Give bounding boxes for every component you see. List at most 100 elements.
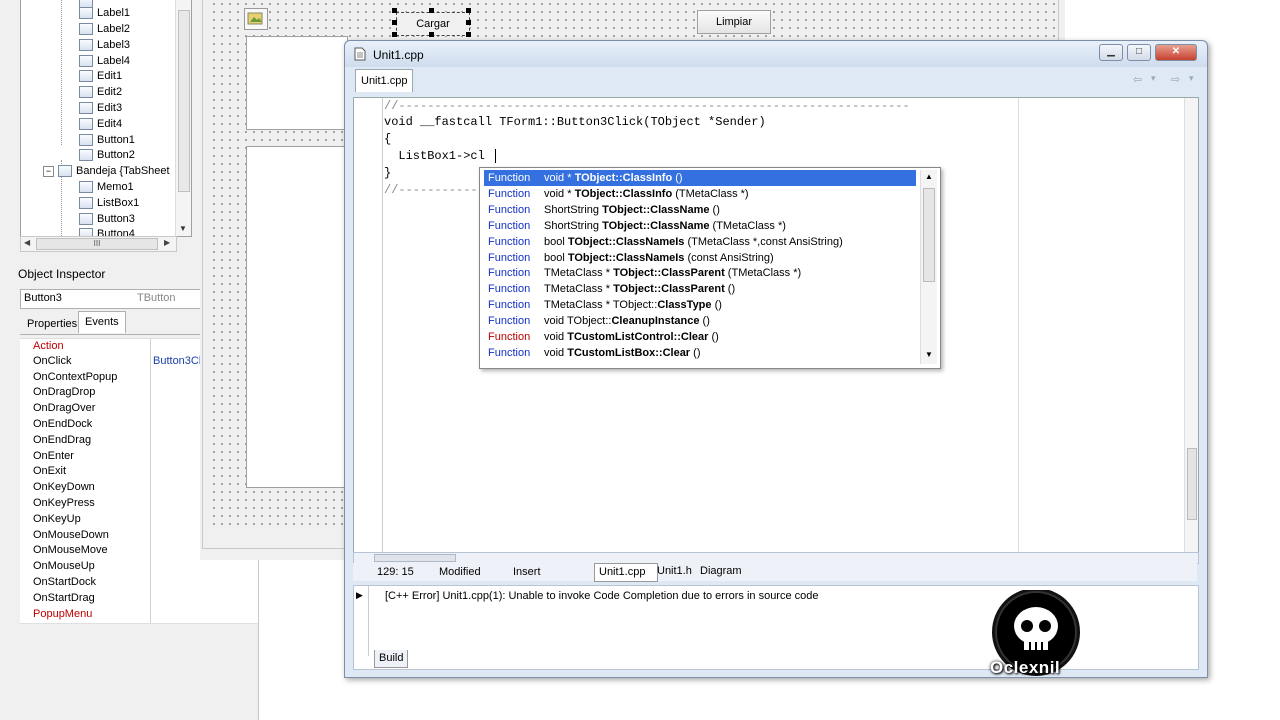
selection-handle[interactable] [466,32,471,37]
tree-vscrollbar[interactable]: ▼ [175,0,191,236]
completion-scrollbar[interactable]: ▲ ▼ [920,170,937,364]
tree-node-label: Button1 [97,134,135,146]
tab-build[interactable]: Build [374,650,409,668]
event-value[interactable]: Button3Cli [153,355,204,367]
event-row[interactable]: OnStartDrag [20,590,258,608]
completion-kind: Function [488,251,531,264]
tree-node-button4[interactable]: Button4 [79,226,135,236]
selection-handle[interactable] [429,8,434,13]
tree-node-label1[interactable]: Label1 [79,5,130,21]
completion-kind: Function [488,172,531,184]
completion-return-type: TMetaClass * [544,283,614,296]
scroll-down-arrow-icon[interactable]: ▼ [925,350,933,359]
tree-node-bandeja[interactable]: − Bandeja {TabSheet [43,163,170,179]
dropdown-arrow-icon[interactable]: ▾ [1189,73,1194,84]
memo1[interactable] [246,36,348,130]
text-cursor [495,149,496,163]
tab-unit1-cpp[interactable]: Unit1.cpp [355,69,414,92]
editor-titlebar[interactable]: Unit1.cpp ▁ □ ✕ [345,41,1207,67]
completion-item[interactable]: Function ShortString TObject::ClassName (… [484,218,916,234]
tree-node-label: Button4 [97,228,135,236]
minimize-button[interactable]: ▁ [1099,44,1123,61]
limpiar-button[interactable]: Limpiar [697,10,771,34]
selection-handle[interactable] [392,20,397,25]
right-margin-line [1018,98,1019,553]
component-icon [79,149,93,162]
selection-handle[interactable] [466,8,471,13]
listbox1[interactable] [246,146,348,488]
selection-handle[interactable] [466,20,471,25]
event-name: OnEnter [33,449,74,462]
scroll-thumb[interactable] [374,554,456,562]
dropdown-arrow-icon[interactable]: ▾ [1151,73,1156,84]
completion-item[interactable]: Function bool TObject::ClassNameIs (const… [484,250,916,266]
maximize-button[interactable]: □ [1127,44,1151,61]
component-selector[interactable]: Button3 TButton [20,289,202,309]
event-row[interactable]: PopupMenu [20,606,258,624]
tree-node-edit2[interactable]: Edit2 [79,84,122,100]
component-icon [79,102,93,115]
scroll-down-arrow-icon[interactable]: ▼ [179,224,187,233]
event-name: PopupMenu [33,607,93,620]
completion-item[interactable]: Function TMetaClass * TObject::ClassType … [484,297,916,313]
tab-properties[interactable]: Properties [24,316,80,333]
close-button[interactable]: ✕ [1155,44,1197,61]
completion-item[interactable]: Function void TCustomListBox::Clear () [484,345,916,361]
completion-params: () [709,203,720,216]
completion-item[interactable]: Function TMetaClass * TObject::ClassParen… [484,265,916,281]
tree-node-label3[interactable]: Label3 [79,37,130,53]
expand-arrow-icon[interactable]: ▶ [356,590,363,601]
scroll-up-arrow-icon[interactable]: ▲ [925,172,933,181]
completion-params: () [699,315,710,328]
completion-item[interactable]: Function void * TObject::ClassInfo (TMeta… [484,186,916,202]
collapse-icon[interactable]: − [43,165,54,177]
component-icon [79,213,93,226]
tree-node-button1[interactable]: Button1 [79,132,135,148]
tree-node-button3[interactable]: Button3 [79,211,135,227]
scroll-thumb[interactable] [1187,448,1197,520]
completion-item[interactable]: Function void * TObject::ClassInfo () [484,170,916,186]
scroll-left-arrow-icon[interactable]: ◀ [24,238,30,247]
selection-handle[interactable] [392,32,397,37]
scroll-thumb[interactable] [178,10,190,192]
tree-node-label2[interactable]: Label2 [79,21,130,37]
tree-node-listbox1[interactable]: ListBox1 [79,195,139,211]
file-tab-unit1-h[interactable]: Unit1.h [657,563,692,580]
completion-item[interactable]: Function TMetaClass * TObject::ClassParen… [484,281,916,297]
editor-vscrollbar[interactable] [1184,98,1198,553]
tree-node-label4[interactable]: Label4 [79,53,130,69]
tree-node-memo1[interactable]: Memo1 [79,179,134,195]
selection-handle[interactable] [429,32,434,37]
component-type: TButton [137,292,176,304]
tree-node-button2[interactable]: Button2 [79,147,135,163]
tree-node-edit3[interactable]: Edit3 [79,100,122,116]
forward-arrow-icon[interactable]: ⇨ [1171,73,1180,86]
file-tab-diagram[interactable]: Diagram [700,563,742,580]
completion-item[interactable]: Function bool TObject::ClassNameIs (TMeta… [484,234,916,250]
code-line: void __fastcall TForm1::Button3Click(TOb… [384,115,766,129]
selection-handle[interactable] [392,8,397,13]
tree-hscrollbar[interactable]: ◀ III ▶ [20,236,177,252]
event-row[interactable]: OnMouseUp [20,559,258,577]
file-tab-unit1-cpp[interactable]: Unit1.cpp [594,563,658,582]
completion-kind: Function [488,346,531,359]
back-arrow-icon[interactable]: ⇦ [1133,73,1142,86]
error-message[interactable]: [C++ Error] Unit1.cpp(1): Unable to invo… [385,590,819,602]
completion-return-type: bool [544,251,568,264]
tab-events[interactable]: Events [78,311,126,333]
scroll-thumb[interactable]: III [36,238,158,250]
scroll-right-arrow-icon[interactable]: ▶ [164,238,170,247]
scroll-thumb[interactable] [923,188,935,282]
tree-node-edit1[interactable]: Edit1 [79,68,122,84]
completion-return-type: void [544,331,568,343]
completion-signature: void * TObject::ClassInfo (TMetaClass *) [544,186,749,202]
tree-node-label: Edit3 [97,102,123,114]
completion-item[interactable]: Function void TObject::CleanupInstance () [484,313,916,329]
image-component[interactable] [244,8,268,30]
event-row[interactable]: OnStartDock [20,575,258,592]
completion-item[interactable]: Function ShortString TObject::ClassName (… [484,202,916,218]
tree-node-edit4[interactable]: Edit4 [79,116,122,132]
tree-node-label: Edit1 [97,70,123,82]
completion-item[interactable]: Function void TCustomListControl::Clear (… [484,329,916,345]
code-line: { [384,132,392,146]
